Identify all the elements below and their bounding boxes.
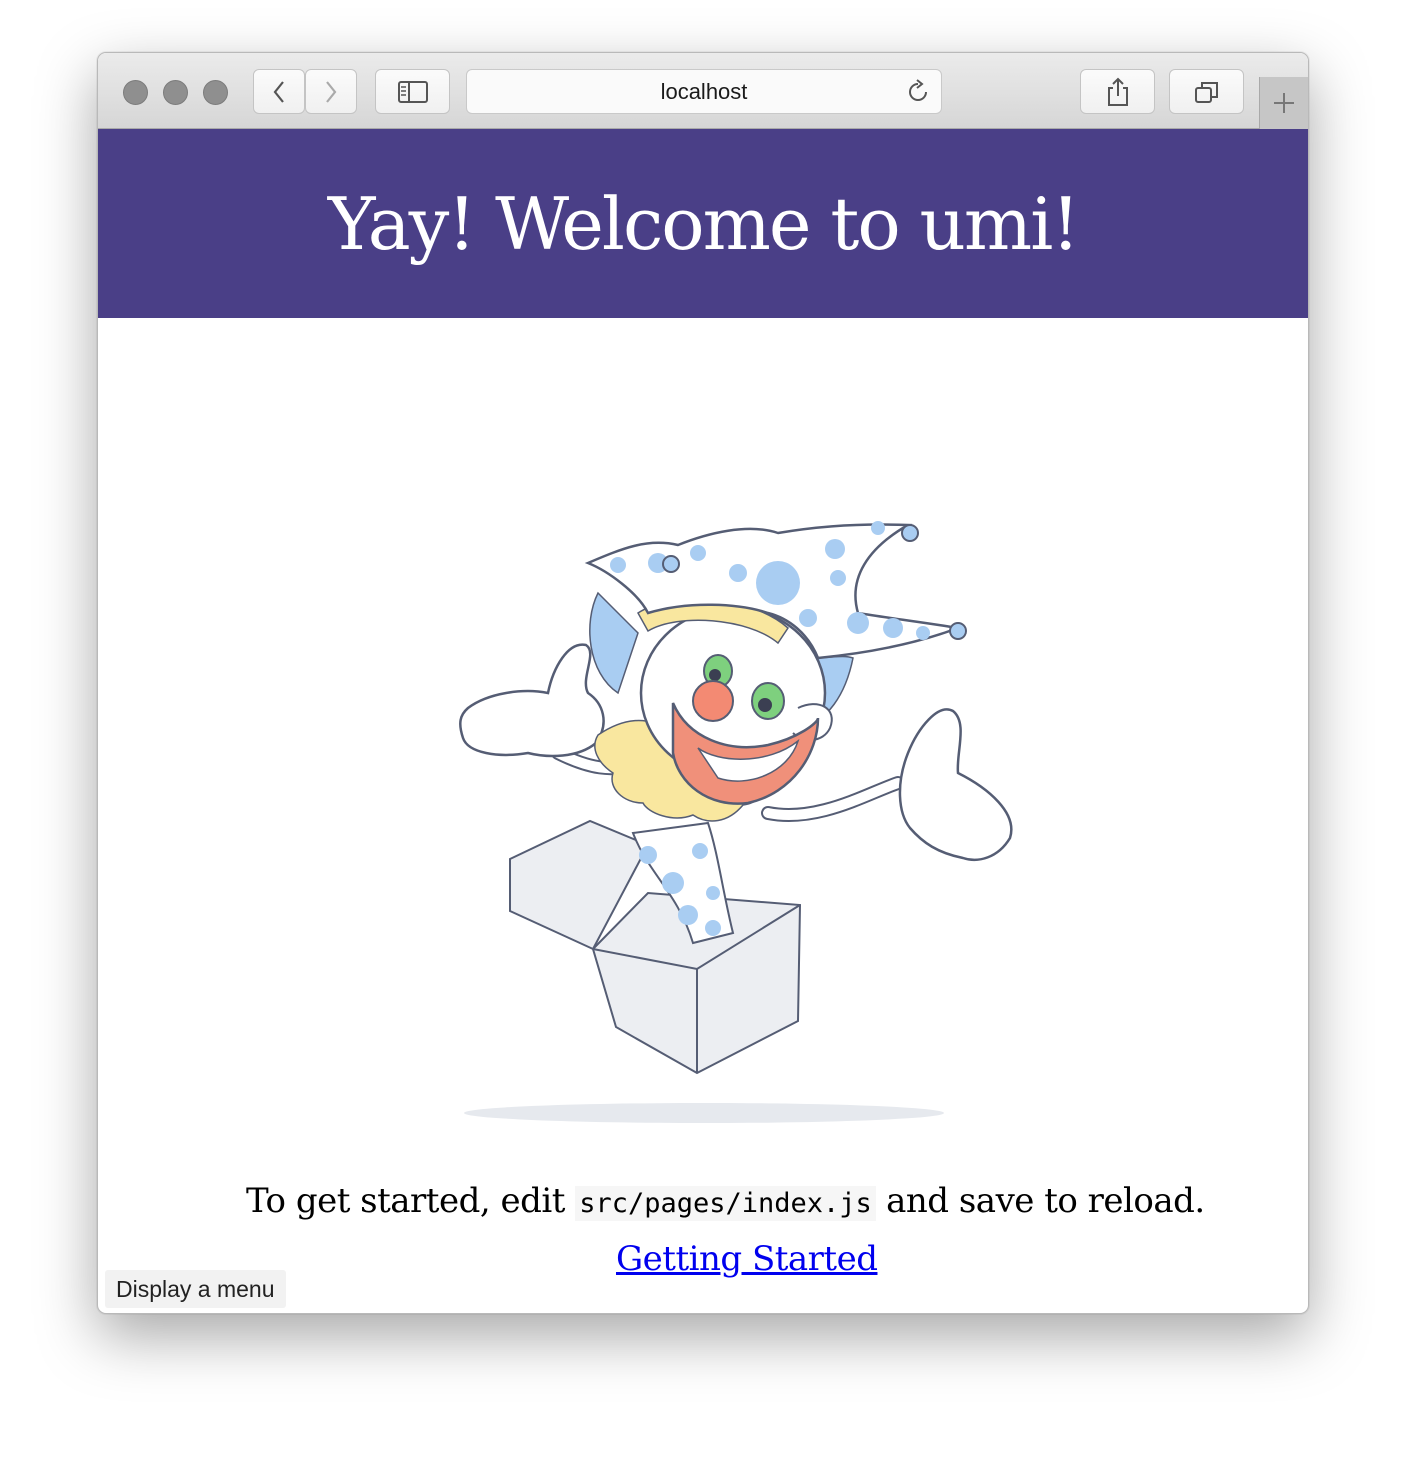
chevron-right-icon: [326, 80, 337, 103]
chevron-left-icon: [273, 80, 284, 103]
browser-window: localhost Yay! Welcome to umi! To get st…: [97, 52, 1309, 1314]
status-bar: Display a menu: [105, 1270, 286, 1308]
minimize-window-button[interactable]: [163, 80, 188, 105]
tabs-overview-button[interactable]: [1169, 69, 1244, 114]
getting-started-link[interactable]: Getting Started: [616, 1239, 878, 1279]
page-title: Yay! Welcome to umi!: [327, 181, 1080, 266]
jack-in-the-box-clown-illustration: [459, 521, 1013, 1123]
browser-toolbar: localhost: [98, 53, 1308, 129]
forward-button[interactable]: [305, 69, 357, 114]
file-path-code: src/pages/index.js: [575, 1186, 876, 1221]
plus-icon: [1274, 93, 1294, 113]
address-text: localhost: [660, 78, 748, 104]
back-button[interactable]: [253, 69, 305, 114]
instruction-text-after: and save to reload.: [875, 1181, 1205, 1221]
close-window-button[interactable]: [123, 80, 148, 105]
getting-started-instruction: To get started, edit src/pages/index.js …: [246, 1181, 1246, 1221]
tabs-overview-icon: [1194, 81, 1218, 103]
share-icon: [1107, 77, 1128, 106]
new-tab-button[interactable]: [1259, 77, 1308, 129]
sidebar-button[interactable]: [375, 69, 450, 114]
address-bar[interactable]: localhost: [466, 69, 942, 114]
zoom-window-button[interactable]: [203, 80, 228, 105]
page-header: Yay! Welcome to umi!: [98, 129, 1308, 318]
sidebar-icon: [397, 80, 428, 103]
reload-icon[interactable]: [905, 79, 931, 105]
instruction-text-before: To get started, edit: [246, 1181, 576, 1221]
share-button[interactable]: [1080, 69, 1155, 114]
